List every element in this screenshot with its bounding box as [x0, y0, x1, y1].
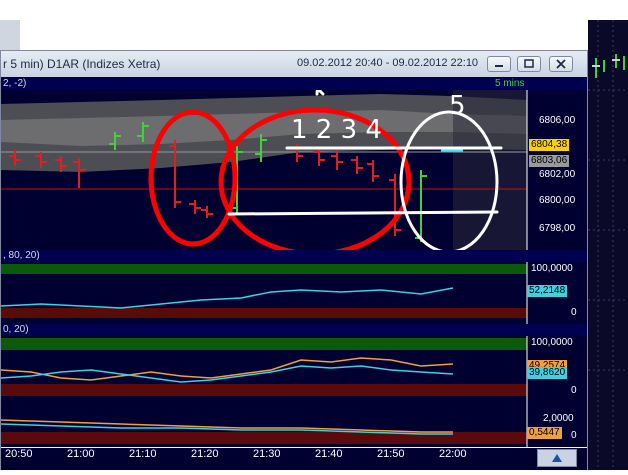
- osc1-bottom-label: 0: [571, 307, 577, 318]
- y-label: 6806,00: [539, 115, 576, 126]
- osc2-lower-zone: [1, 384, 527, 396]
- osc2-upper-zone: [1, 338, 527, 350]
- last-price-tag: 6804,38: [529, 139, 570, 151]
- osc3-bottom-label: 0: [571, 430, 577, 441]
- background-chart-window: [588, 20, 628, 470]
- price-pane-header: 2, -2) 5 mins: [1, 78, 587, 90]
- overbought-zone: [1, 264, 527, 274]
- minimize-icon: [495, 65, 503, 67]
- desktop-top: [0, 0, 628, 20]
- y-label: 6798,00: [539, 223, 576, 234]
- time-axis: 20:50 21:00 21:10 21:20 21:30 21:40 21:5…: [1, 447, 587, 470]
- window-date-range: 09.02.2012 20:40 - 09.02.2012 22:10: [297, 57, 479, 69]
- oscillator3-chart[interactable]: [1, 402, 587, 447]
- time-label: 21:50: [377, 448, 405, 460]
- interval-label: 5 mins: [495, 78, 525, 89]
- background-chart-svg: [588, 20, 628, 470]
- osc3-value-tag: 0,5447: [527, 427, 562, 439]
- window-title: r 5 min) D1AR (Indizes Xetra): [3, 57, 161, 71]
- price-chart[interactable]: 1 2 3 4 5: [1, 90, 587, 250]
- pin-icon: [552, 454, 562, 462]
- osc1-top-label: 100,0000: [531, 263, 573, 274]
- annotation-count: 1 2 3 4: [291, 115, 382, 145]
- oscillator2-chart[interactable]: [1, 336, 587, 402]
- minimize-button[interactable]: [487, 56, 511, 72]
- osc1-value-tag: 52,2148: [527, 285, 568, 297]
- close-icon: [556, 59, 566, 69]
- time-label: 21:40: [315, 448, 343, 460]
- restore-button[interactable]: [517, 56, 541, 72]
- title-bar[interactable]: r 5 min) D1AR (Indizes Xetra) 09.02.2012…: [1, 51, 587, 77]
- time-label: 21:00: [67, 448, 95, 460]
- osc1-params: , 80, 20): [3, 250, 40, 261]
- ref-price-tag: 6803,06: [529, 155, 570, 167]
- osc2-top-label: 100,0000: [531, 337, 573, 348]
- osc3-top-label: 2,0000: [543, 413, 574, 424]
- time-label: 21:10: [129, 448, 157, 460]
- scroll-to-end-button[interactable]: [537, 449, 577, 467]
- time-label: 21:20: [191, 448, 219, 460]
- restore-icon: [524, 59, 534, 68]
- osc2-header: 0, 20): [1, 324, 587, 336]
- annotation-five: 5: [449, 91, 466, 121]
- y-label: 6800,00: [539, 195, 576, 206]
- time-label: 20:50: [5, 448, 33, 460]
- chart-window[interactable]: r 5 min) D1AR (Indizes Xetra) 09.02.2012…: [0, 50, 588, 470]
- osc2-params: 0, 20): [3, 324, 29, 335]
- oscillator1-chart[interactable]: [1, 262, 587, 324]
- time-label: 22:00: [439, 448, 467, 460]
- osc2-bottom-label: 0: [571, 385, 577, 396]
- y-label: 6802,00: [539, 169, 576, 180]
- osc1-header: , 80, 20): [1, 250, 587, 262]
- time-label: 21:30: [253, 448, 281, 460]
- osc2-value-b-tag: 39,8620: [527, 367, 568, 379]
- price-indicator-params: 2, -2): [3, 78, 27, 89]
- oversold-zone: [1, 308, 527, 318]
- close-button[interactable]: [549, 56, 573, 72]
- background-window-edge: [0, 20, 20, 50]
